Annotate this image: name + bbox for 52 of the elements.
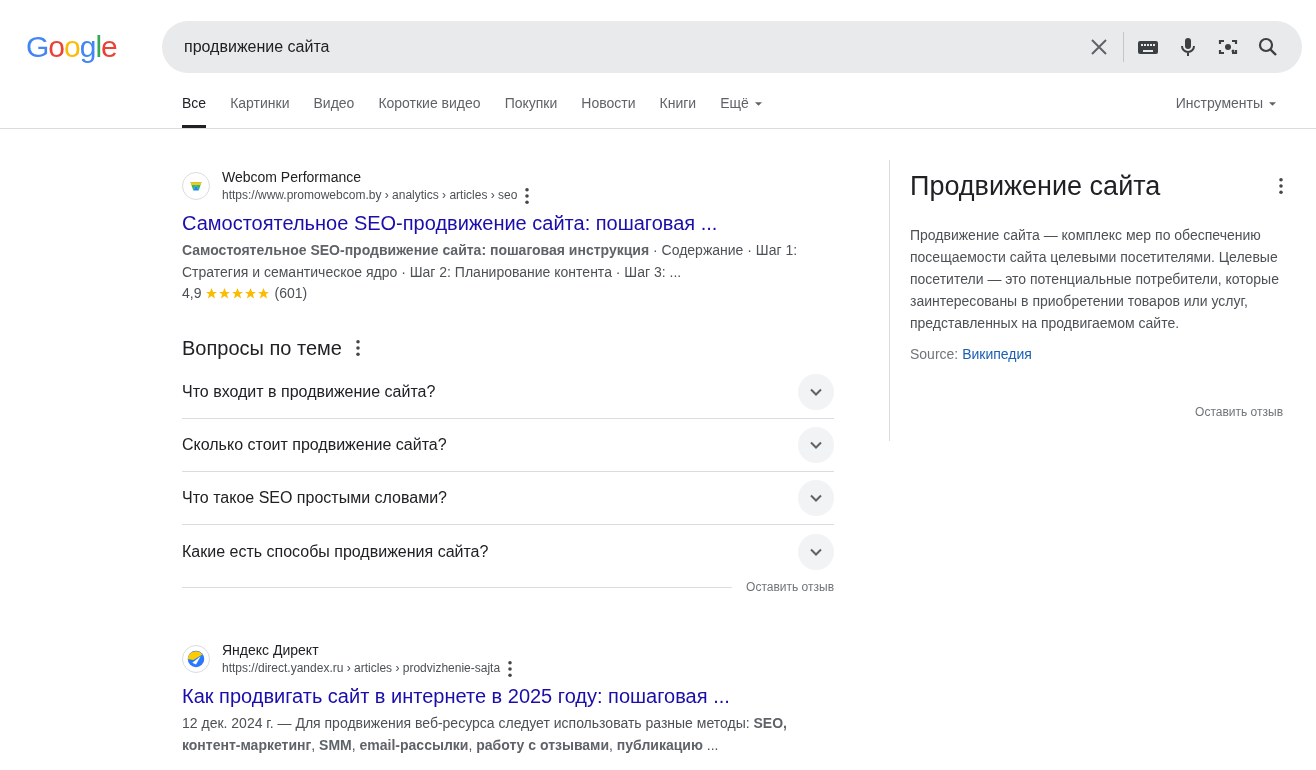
rating-score: 4,9 <box>182 284 202 303</box>
tab[interactable]: Покупки <box>504 93 558 128</box>
tools-menu[interactable]: Инструменты <box>1175 93 1276 128</box>
star-icon <box>218 286 232 300</box>
result-url[interactable]: https://direct.yandex.ru › articles › prodvizhenie-sajta <box>222 660 501 677</box>
tab[interactable]: Ещё <box>720 93 762 128</box>
feedback-link[interactable]: Оставить отзыв <box>1195 405 1283 420</box>
question-text[interactable]: Сколько стоит продвижение сайта? <box>182 433 447 457</box>
question-text[interactable]: Что входит в продвижение сайта? <box>182 380 436 404</box>
source-link[interactable]: Википедия <box>962 346 1032 363</box>
star-icon <box>231 286 245 300</box>
logo[interactable]: Google <box>26 32 162 62</box>
chevron-down-icon <box>810 494 822 502</box>
result-url[interactable]: https://www.promowebcom.by › analytics › articles › seo <box>222 187 518 204</box>
site-logo-icon <box>185 648 207 670</box>
tab[interactable]: Короткие видео <box>378 93 481 128</box>
result-snippet: Самостоятельное SEO-продвижение сайта: пошаговая инструкция · Содержание · Шаг 1: Стратегия и семантическое ядро · Шаг 2: Планирование контента · Шаг 3: ... <box>182 241 799 282</box>
search-bar[interactable]: продвижение сайта <box>162 21 1302 73</box>
site-name[interactable]: Webcom Performance <box>222 168 530 187</box>
question-text[interactable]: Что такое SEO простыми словами? <box>182 486 447 510</box>
more-icon <box>525 187 530 204</box>
tab[interactable]: Книги <box>659 93 697 128</box>
tab[interactable]: Новости <box>581 93 636 128</box>
more-button[interactable] <box>355 340 360 356</box>
more-button[interactable] <box>525 187 530 204</box>
tab[interactable]: Все <box>182 93 207 128</box>
star-icon <box>205 286 219 300</box>
panel-description: Продвижение сайта — комплекс мер по обеспечению посещаемости сайта целевыми посетителями. Целевые посетители — это потенциальные потребители, которые заинтересованы в приобретении товаров или услуг, представленных на продвигаемом сайте. <box>910 226 1280 334</box>
more-button[interactable] <box>1279 178 1283 195</box>
star-icon <box>257 286 271 300</box>
feedback-link[interactable]: Оставить отзыв <box>746 578 834 596</box>
more-button[interactable] <box>508 660 513 677</box>
more-icon <box>1279 178 1283 195</box>
question-text[interactable]: Какие есть способы продвижения сайта? <box>182 539 489 564</box>
result-title[interactable]: Самостоятельное SEO-продвижение сайта: пошаговая ... <box>182 210 718 236</box>
result-snippet: 12 дек. 2024 г. — Для продвижения веб-ресурса следует использовать разные методы: SEO, контент-маркетинг, SMM, email-рассылки, работу с отзывами, публикацию ... <box>182 714 788 755</box>
source-label: Source: <box>910 346 960 363</box>
result-title[interactable]: Как продвигать сайт в интернете в 2025 году: пошаговая ... <box>182 683 730 709</box>
site-name[interactable]: Яндекс Директ <box>222 641 513 660</box>
chevron-down-icon <box>810 547 822 556</box>
chevron-down-icon <box>810 388 822 396</box>
more-icon <box>508 660 513 677</box>
chevron-down-icon <box>810 441 822 449</box>
panel-title: Продвижение сайта <box>910 170 1161 203</box>
rating-count: (601) <box>274 284 308 303</box>
search-field[interactable]: продвижение сайта <box>182 34 1079 60</box>
tab[interactable]: Картинки <box>230 93 290 128</box>
caret-icon <box>1269 102 1276 107</box>
tab[interactable]: Видео <box>313 93 355 128</box>
section-heading: Вопросы по теме <box>182 336 342 360</box>
more-icon <box>355 340 360 356</box>
star-icon <box>244 286 258 300</box>
